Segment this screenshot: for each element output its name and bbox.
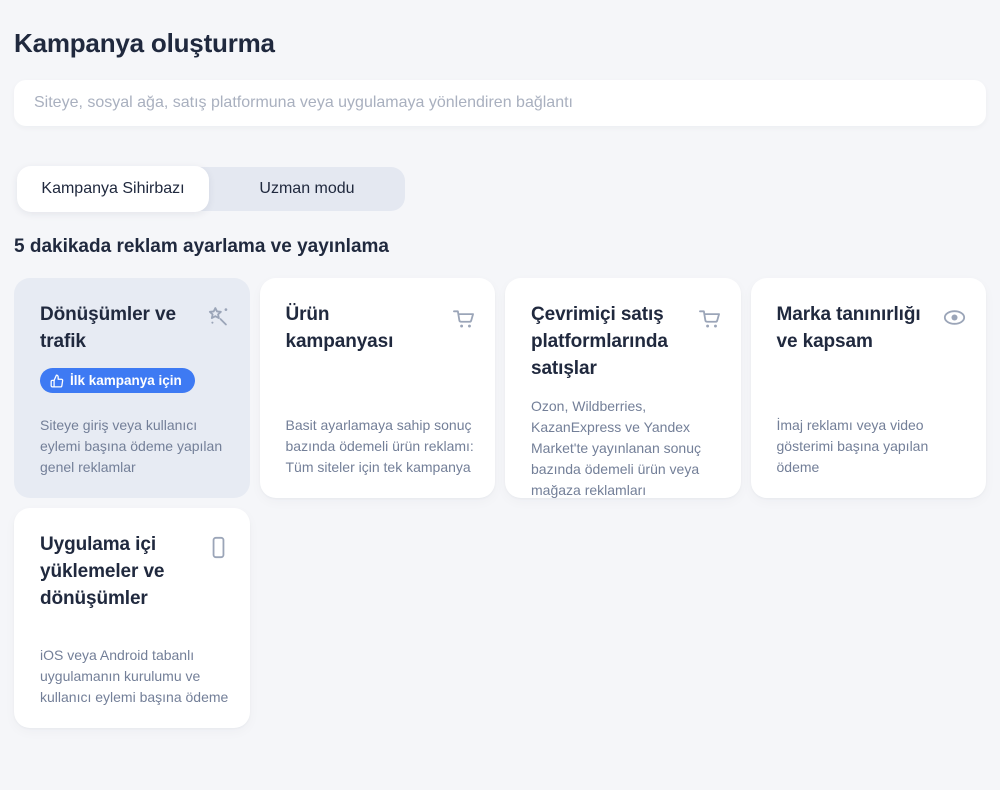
magic-wand-icon bbox=[205, 304, 232, 336]
campaign-mode-tabs: Kampanya Sihirbazı Uzman modu bbox=[17, 167, 405, 211]
shopping-cart-icon bbox=[450, 304, 477, 336]
card-description: Siteye giriş veya kullanıcı eylemi başın… bbox=[40, 401, 232, 478]
first-campaign-badge: İlk kampanya için bbox=[40, 368, 195, 393]
card-brand-awareness[interactable]: Marka tanınırlığı ve kapsam İmaj reklamı… bbox=[751, 278, 987, 498]
campaign-creation-page: Kampanya oluşturma Kampanya Sihirbazı Uz… bbox=[0, 28, 1000, 728]
smartphone-icon bbox=[205, 534, 232, 566]
destination-url-input[interactable] bbox=[14, 80, 986, 126]
tab-campaign-wizard-label: Kampanya Sihirbazı bbox=[41, 180, 184, 198]
thumbs-up-icon bbox=[50, 374, 64, 388]
card-description: iOS veya Android tabanlı uygulamanın kur… bbox=[40, 631, 232, 708]
tab-expert-mode[interactable]: Uzman modu bbox=[209, 167, 405, 211]
card-title: Çevrimiçi satış platformlarında satışlar bbox=[531, 301, 688, 382]
tab-campaign-wizard[interactable]: Kampanya Sihirbazı bbox=[17, 166, 209, 212]
card-title: Dönüşümler ve trafik bbox=[40, 301, 197, 355]
card-title: Uygulama içi yüklemeler ve dönüşümler bbox=[40, 531, 197, 612]
card-head: Marka tanınırlığı ve kapsam bbox=[777, 301, 969, 355]
section-subtitle: 5 dakikada reklam ayarlama ve yayınlama bbox=[14, 235, 986, 259]
page-title: Kampanya oluşturma bbox=[14, 28, 986, 58]
tab-expert-mode-label: Uzman modu bbox=[259, 180, 354, 198]
card-title: Marka tanınırlığı ve kapsam bbox=[777, 301, 934, 355]
card-marketplace-sales[interactable]: Çevrimiçi satış platformlarında satışlar… bbox=[505, 278, 741, 498]
card-head: Dönüşümler ve trafik bbox=[40, 301, 232, 355]
card-head: Ürün kampanyası bbox=[286, 301, 478, 355]
campaign-type-cards: Dönüşümler ve trafik bbox=[14, 278, 986, 728]
card-head: Çevrimiçi satış platformlarında satışlar bbox=[531, 301, 723, 382]
shopping-cart-icon bbox=[696, 304, 723, 336]
card-head: Uygulama içi yüklemeler ve dönüşümler bbox=[40, 531, 232, 612]
card-description: Ozon, Wildberries, KazanExpress ve Yande… bbox=[531, 382, 723, 501]
card-conversions-traffic[interactable]: Dönüşümler ve trafik bbox=[14, 278, 250, 498]
card-description: İmaj reklamı veya video gösterimi başına… bbox=[777, 401, 969, 478]
first-campaign-badge-label: İlk kampanya için bbox=[70, 373, 182, 388]
eye-icon bbox=[941, 304, 968, 336]
card-product-campaign[interactable]: Ürün kampanyası Basit ayarlamaya sahip s… bbox=[260, 278, 496, 498]
card-title: Ürün kampanyası bbox=[286, 301, 443, 355]
card-description: Basit ayarlamaya sahip sonuç bazında öde… bbox=[286, 401, 478, 478]
card-app-installs[interactable]: Uygulama içi yüklemeler ve dönüşümler iO… bbox=[14, 508, 250, 728]
